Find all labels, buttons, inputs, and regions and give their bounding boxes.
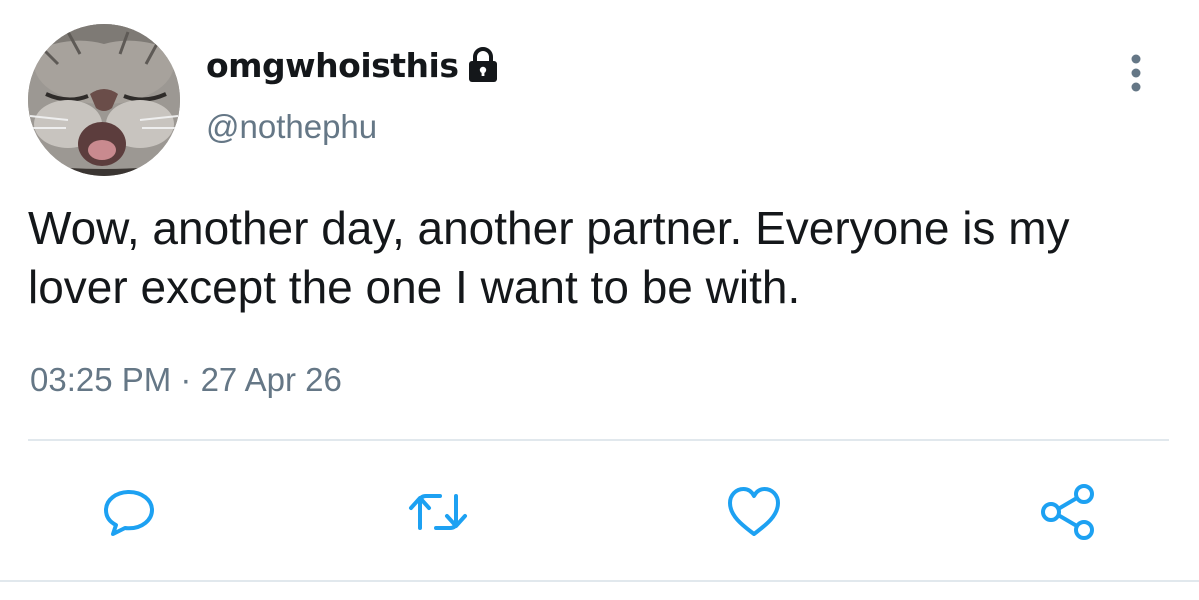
tweet-card: omgwhoisthis @nothephu Wow, another day,…	[0, 0, 1199, 600]
heart-icon	[728, 487, 780, 536]
more-vertical-icon	[1131, 54, 1141, 92]
lock-icon	[468, 47, 498, 83]
divider	[28, 439, 1169, 441]
like-button[interactable]	[724, 482, 784, 542]
cat-face-avatar-icon	[28, 24, 180, 176]
retweet-icon	[409, 494, 467, 530]
author-name-row: omgwhoisthis	[206, 42, 498, 88]
reply-icon	[104, 490, 154, 536]
display-name[interactable]: omgwhoisthis	[206, 46, 459, 85]
share-button[interactable]	[1038, 482, 1098, 542]
tweet-timestamp[interactable]: 03:25 PM · 27 Apr 26	[30, 361, 342, 399]
author-handle[interactable]: @nothephu	[206, 108, 377, 146]
avatar[interactable]	[28, 24, 180, 176]
share-icon	[1041, 484, 1094, 540]
reply-button[interactable]	[99, 482, 159, 542]
tweet-text: Wow, another day, another partner. Every…	[28, 202, 1070, 313]
retweet-button[interactable]	[408, 482, 468, 542]
more-options-button[interactable]	[1118, 48, 1154, 98]
bottom-divider	[0, 580, 1199, 582]
